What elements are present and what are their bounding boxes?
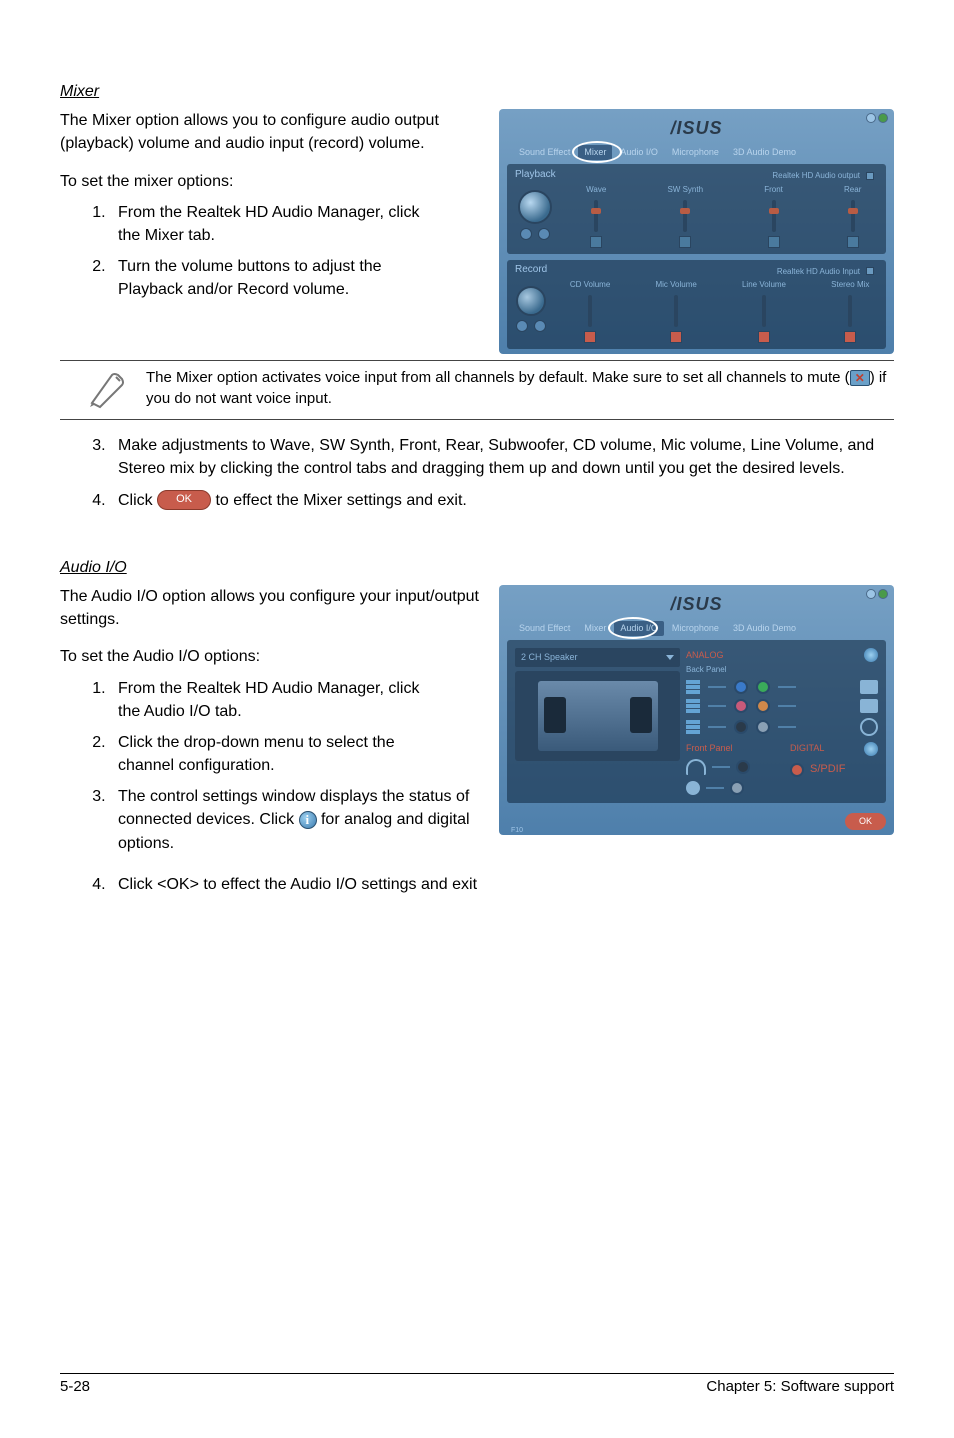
close-icon[interactable] bbox=[878, 113, 888, 123]
info-icon bbox=[299, 811, 317, 829]
audioio-step-2: Click the drop-down menu to select the c… bbox=[110, 731, 440, 777]
mixer-heading: Mixer bbox=[60, 80, 894, 103]
audioio-set-intro: To set the Audio I/O options: bbox=[60, 645, 479, 668]
mute-line[interactable] bbox=[758, 331, 770, 343]
footer-divider bbox=[60, 1373, 894, 1374]
playback-next-icon[interactable] bbox=[538, 228, 550, 240]
mixer-step-2: Turn the volume buttons to adjust the Pl… bbox=[110, 255, 440, 301]
speaker-diagram bbox=[515, 671, 680, 761]
slider-wave[interactable]: Wave bbox=[586, 184, 606, 248]
tab-mixer[interactable]: Mixer bbox=[578, 145, 612, 160]
note-icon bbox=[88, 369, 128, 409]
info-icon[interactable] bbox=[864, 648, 878, 662]
mute-stereo[interactable] bbox=[844, 331, 856, 343]
jack-rear[interactable] bbox=[734, 720, 748, 734]
mixer-note: The Mixer option activates voice input f… bbox=[146, 365, 894, 409]
dropdown-icon[interactable] bbox=[866, 172, 874, 180]
coax-jack[interactable] bbox=[790, 763, 804, 777]
audioio-intro: The Audio I/O option allows you configur… bbox=[60, 585, 479, 631]
audioio-step-4: Click <OK> to effect the Audio I/O setti… bbox=[110, 873, 894, 896]
chapter-label: Chapter 5: Software support bbox=[706, 1376, 894, 1398]
jack-line-in[interactable] bbox=[734, 680, 748, 694]
tab-3d-audio[interactable]: 3D Audio Demo bbox=[727, 145, 802, 160]
jack-center[interactable] bbox=[756, 699, 770, 713]
mic-icon bbox=[686, 781, 700, 795]
playback-device: Realtek HD Audio output bbox=[772, 170, 860, 182]
mixer-step-4: Click OK to effect the Mixer settings an… bbox=[110, 489, 894, 512]
slider-line[interactable]: Line Volume bbox=[742, 279, 786, 343]
mute-rear[interactable] bbox=[847, 236, 859, 248]
mixer-step-1: From the Realtek HD Audio Manager, click… bbox=[110, 201, 440, 247]
mixer-intro: The Mixer option allows you to configure… bbox=[60, 109, 479, 155]
slider-swsynth[interactable]: SW Synth bbox=[667, 184, 703, 248]
info-icon[interactable] bbox=[864, 742, 878, 756]
speaker-icon bbox=[860, 699, 878, 713]
record-next-icon[interactable] bbox=[534, 320, 546, 332]
audioio-screenshot: /ISUS Sound Effect Mixer Audio I/O Micro… bbox=[499, 585, 894, 835]
jack-line-out[interactable] bbox=[756, 680, 770, 694]
record-prev-icon[interactable] bbox=[516, 320, 528, 332]
tab-microphone[interactable]: Microphone bbox=[666, 621, 725, 636]
audioio-step-3: The control settings window displays the… bbox=[110, 785, 479, 855]
slider-front[interactable]: Front bbox=[764, 184, 783, 248]
tab-microphone[interactable]: Microphone bbox=[666, 145, 725, 160]
front-jack-mic[interactable] bbox=[730, 781, 744, 795]
dropdown-icon[interactable] bbox=[866, 267, 874, 275]
chevron-down-icon bbox=[666, 655, 674, 660]
jack-side[interactable] bbox=[756, 720, 770, 734]
mute-front[interactable] bbox=[768, 236, 780, 248]
ok-button-inline: OK bbox=[157, 490, 211, 510]
tab-sound-effect[interactable]: Sound Effect bbox=[513, 621, 576, 636]
close-icon[interactable] bbox=[878, 589, 888, 599]
mute-wave[interactable] bbox=[590, 236, 602, 248]
playback-label: Playback bbox=[515, 168, 556, 183]
speaker-icon bbox=[860, 680, 878, 694]
hint-key: F10 bbox=[511, 826, 523, 835]
mic-icon bbox=[860, 718, 878, 736]
analog-label: ANALOG bbox=[686, 649, 724, 662]
digital-label: DIGITAL bbox=[790, 742, 824, 755]
page-number: 5-28 bbox=[60, 1376, 90, 1398]
mute-cd[interactable] bbox=[584, 331, 596, 343]
mixer-set-intro: To set the mixer options: bbox=[60, 170, 479, 193]
mute-mic[interactable] bbox=[670, 331, 682, 343]
mute-icon bbox=[850, 370, 870, 386]
back-panel-label: Back Panel bbox=[686, 664, 878, 676]
headphone-icon bbox=[686, 759, 706, 775]
playback-dial[interactable] bbox=[518, 190, 552, 224]
jack-mic[interactable] bbox=[734, 699, 748, 713]
slider-cd[interactable]: CD Volume bbox=[570, 279, 610, 343]
mixer-screenshot: /ISUS Sound Effect Mixer Audio I/O Micro… bbox=[499, 109, 894, 354]
playback-prev-icon[interactable] bbox=[520, 228, 532, 240]
tab-3d-audio[interactable]: 3D Audio Demo bbox=[727, 621, 802, 636]
ok-button[interactable]: OK bbox=[845, 813, 886, 830]
record-device: Realtek HD Audio Input bbox=[777, 266, 860, 278]
slider-stereo[interactable]: Stereo Mix bbox=[831, 279, 869, 343]
record-dial[interactable] bbox=[516, 286, 546, 316]
minimize-icon[interactable] bbox=[866, 113, 876, 123]
tab-sound-effect[interactable]: Sound Effect bbox=[513, 145, 576, 160]
tab-audio-io[interactable]: Audio I/O bbox=[614, 621, 664, 636]
brand-logo: /ISUS bbox=[670, 591, 722, 617]
record-label: Record bbox=[515, 263, 547, 278]
mixer-step-3: Make adjustments to Wave, SW Synth, Fron… bbox=[110, 434, 894, 480]
slider-rear[interactable]: Rear bbox=[844, 184, 861, 248]
tab-mixer[interactable]: Mixer bbox=[578, 621, 612, 636]
spdif-label: S/PDIF bbox=[810, 762, 845, 778]
slider-mic[interactable]: Mic Volume bbox=[655, 279, 696, 343]
mute-swsynth[interactable] bbox=[679, 236, 691, 248]
audioio-heading: Audio I/O bbox=[60, 556, 894, 579]
audioio-step-1: From the Realtek HD Audio Manager, click… bbox=[110, 677, 440, 723]
front-panel-label: Front Panel bbox=[686, 742, 774, 755]
brand-logo: /ISUS bbox=[670, 115, 722, 141]
front-jack-hp[interactable] bbox=[736, 760, 750, 774]
minimize-icon[interactable] bbox=[866, 589, 876, 599]
channel-dropdown[interactable]: 2 CH Speaker bbox=[515, 648, 680, 667]
